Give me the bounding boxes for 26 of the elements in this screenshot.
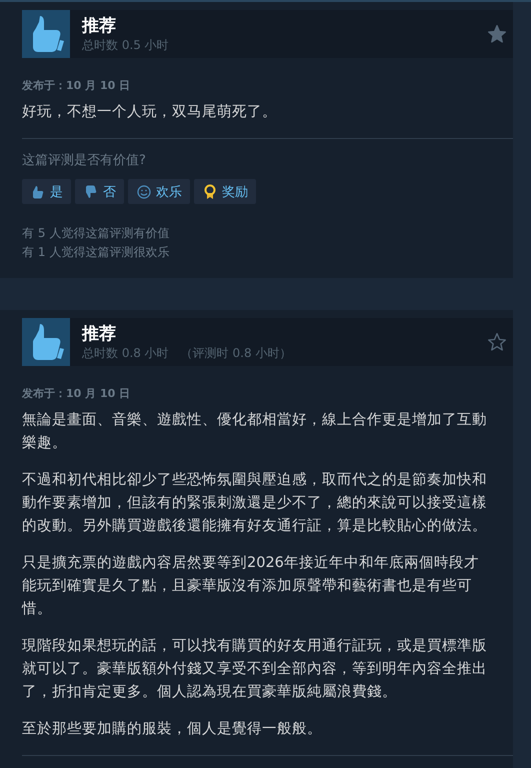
- review-text: 只是擴充票的遊戲內容居然要等到2026年接近年中和年底兩個時段才能玩到確實是久了點，且豪華版沒有添加原聲帶和藝術書也是有些可惜。: [22, 554, 480, 619]
- review-text: 好玩，不想一个人玩，双马尾萌死了。: [22, 103, 278, 122]
- review-text: 現階段如果想玩的話，可以找有購買的好友用通行証玩，或是買標準版就可以了。豪華版額外付錢又享受不到全部內容，等到明年內容全推出了，折扣肯定更多。個人認為現在買豪華版純屬浪費錢。: [22, 637, 488, 702]
- medal-icon: [202, 184, 218, 200]
- playtime-text: 总时数 0.5 小时: [82, 38, 169, 52]
- playtime-at-review-text: （评测时 0.8 小时）: [180, 346, 292, 360]
- review-verdict: 推荐: [82, 323, 117, 345]
- review-text: 至於那些要加購的服裝，個人是覺得一般般。: [22, 720, 323, 739]
- thumbs-down-icon: [83, 184, 99, 200]
- helpful-count: 有 5 人觉得这篇评测有价值: [22, 225, 170, 242]
- helpful-count: 有 1 人觉得这篇评测很欢乐: [22, 244, 170, 261]
- star-icon[interactable]: [487, 24, 507, 44]
- no-button[interactable]: 否: [75, 179, 124, 204]
- helpful-question: 这篇评测是否有价值?: [22, 152, 147, 169]
- posted-date: 发布于：10 月 10 日: [22, 386, 132, 401]
- thumbs-up-icon: [30, 184, 46, 200]
- star-icon[interactable]: [487, 332, 507, 352]
- funny-button[interactable]: 欢乐: [128, 179, 190, 204]
- review-text: 無論是畫面、音樂、遊戲性、優化都相當好，線上合作更是增加了互動樂趣。: [22, 410, 488, 453]
- award-button[interactable]: 奖励: [194, 179, 256, 204]
- review-text: 不過和初代相比卻少了些恐怖氛圍與壓迫感，取而代之的是節奏加快和動作要素增加，但該有的緊張刺激還是少不了，總的來說可以接受這樣的改動。另外購買遊戲後還能擁有好友通行証，算是比較貼心的做法。: [22, 470, 488, 536]
- yes-button[interactable]: 是: [22, 179, 71, 204]
- smiley-icon: [136, 184, 152, 200]
- playtime-text: 总时数 0.8 小时: [82, 346, 169, 360]
- posted-date: 发布于：10 月 10 日: [22, 78, 132, 93]
- review-verdict: 推荐: [82, 15, 117, 37]
